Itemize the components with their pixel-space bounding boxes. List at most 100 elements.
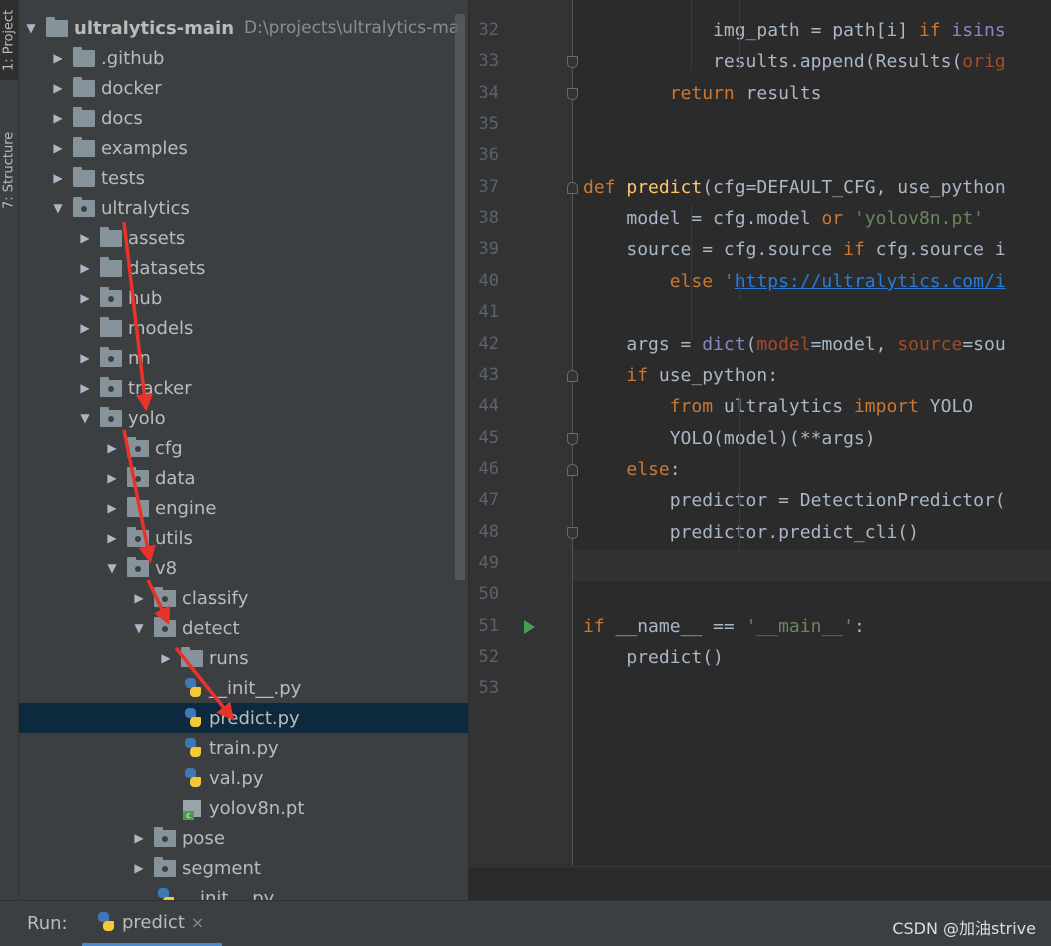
- expand-right-icon[interactable]: ▶: [159, 650, 173, 666]
- expand-down-icon[interactable]: ▼: [132, 620, 146, 636]
- fold-marker-icon[interactable]: [567, 181, 578, 194]
- code-line[interactable]: results.append(Results(orig: [583, 46, 1006, 77]
- fold-marker-icon[interactable]: [567, 369, 578, 382]
- tree-file-item[interactable]: ▶__init__.py: [19, 883, 468, 900]
- python-file-icon: [181, 737, 203, 757]
- tree-folder-item[interactable]: ▶ models: [19, 313, 468, 343]
- fold-marker-icon[interactable]: [567, 56, 578, 69]
- tree-folder-item[interactable]: ▶ utils: [19, 523, 468, 553]
- expand-right-icon[interactable]: ▶: [78, 350, 92, 366]
- expand-right-icon[interactable]: ▶: [51, 170, 65, 186]
- expand-right-icon[interactable]: ▶: [78, 380, 92, 396]
- fold-marker-icon[interactable]: [567, 87, 578, 100]
- tree-folder-item[interactable]: ▶ segment: [19, 853, 468, 883]
- code-token: https://ultralytics.com/i: [734, 270, 1006, 292]
- code-token: return: [669, 82, 746, 104]
- close-icon[interactable]: ×: [191, 913, 204, 932]
- tree-file-item[interactable]: ▶train.py: [19, 733, 468, 763]
- tree-folder-item[interactable]: ▶ docker: [19, 73, 468, 103]
- code-token: if: [626, 364, 659, 386]
- tree-folder-item[interactable]: ▶ classify: [19, 583, 468, 613]
- run-gutter-icon[interactable]: [524, 620, 535, 634]
- code-line[interactable]: predict(): [583, 642, 724, 673]
- expand-right-icon[interactable]: ▶: [105, 530, 119, 546]
- tree-item-label: val.py: [209, 767, 264, 789]
- code-line[interactable]: predictor.predict_cli(): [583, 517, 919, 548]
- tree-folder-item[interactable]: ▶ datasets: [19, 253, 468, 283]
- tree-file-item[interactable]: ▶val.py: [19, 763, 468, 793]
- tree-file-item[interactable]: ▶predict.py: [19, 703, 468, 733]
- tree-folder-item[interactable]: ▶ tracker: [19, 373, 468, 403]
- project-tool-tab[interactable]: 1: Project: [0, 0, 18, 80]
- expand-right-icon[interactable]: ▶: [78, 260, 92, 276]
- tree-folder-item[interactable]: ▶ assets: [19, 223, 468, 253]
- expand-down-icon[interactable]: ▼: [51, 200, 65, 216]
- code-line[interactable]: def predict (cfg=DEFAULT_CFG, use_python: [583, 172, 1006, 203]
- fold-marker-icon[interactable]: [567, 432, 578, 445]
- fold-marker-icon[interactable]: [567, 526, 578, 539]
- tree-folder-item[interactable]: ▶ cfg: [19, 433, 468, 463]
- tree-folder-item[interactable]: ▶ docs: [19, 103, 468, 133]
- package-folder-icon: [100, 406, 122, 427]
- code-editor[interactable]: 32 img_path = path[i] if isins 33 results…: [469, 0, 1051, 900]
- code-line[interactable]: img_path = path[i] if isins: [583, 15, 1006, 46]
- expand-right-icon[interactable]: ▶: [51, 80, 65, 96]
- code-line[interactable]: return results: [583, 78, 822, 109]
- expand-right-icon[interactable]: ▶: [51, 110, 65, 126]
- expand-down-icon[interactable]: ▼: [24, 20, 38, 36]
- code-line[interactable]: else ' https://ultralytics.com/i: [583, 266, 1006, 297]
- tree-folder-item[interactable]: ▶ examples: [19, 133, 468, 163]
- tree-folder-item[interactable]: ▼ v8: [19, 553, 468, 583]
- tree-folder-item[interactable]: ▼ ultralytics-main D:\projects\ultralytics…: [19, 13, 468, 43]
- tree-folder-item[interactable]: ▶ engine: [19, 493, 468, 523]
- tree-file-item[interactable]: ▶yolov8n.pt: [19, 793, 468, 823]
- code-line[interactable]: model = cfg.model or 'yolov8n.pt': [583, 203, 984, 234]
- package-folder-icon: [154, 616, 176, 637]
- tree-folder-item[interactable]: ▶ data: [19, 463, 468, 493]
- code-line[interactable]: if use_python:: [583, 360, 778, 391]
- tree-folder-item[interactable]: ▼ yolo: [19, 403, 468, 433]
- expand-down-icon[interactable]: ▼: [105, 560, 119, 576]
- code-line[interactable]: args = dict(model =model, source =sou: [583, 329, 1005, 360]
- expand-right-icon[interactable]: ▶: [51, 50, 65, 66]
- line-number: 37: [478, 176, 499, 197]
- run-tab-predict[interactable]: predict ×: [82, 901, 222, 946]
- expand-down-icon[interactable]: ▼: [78, 410, 92, 426]
- code-line[interactable]: if __name__ == '__main__':: [583, 611, 865, 642]
- tree-folder-item[interactable]: ▶ pose: [19, 823, 468, 853]
- expand-right-icon[interactable]: ▶: [78, 230, 92, 246]
- project-scrollbar[interactable]: [455, 14, 465, 580]
- expand-right-icon[interactable]: ▶: [105, 470, 119, 486]
- expand-right-icon[interactable]: ▶: [132, 860, 146, 876]
- tree-folder-item[interactable]: ▶ tests: [19, 163, 468, 193]
- expand-right-icon[interactable]: ▶: [132, 830, 146, 846]
- tree-folder-item[interactable]: ▶ runs: [19, 643, 468, 673]
- line-number: 36: [478, 145, 499, 166]
- tree-item-label: datasets: [128, 257, 206, 279]
- tree-file-item[interactable]: ▶__init__.py: [19, 673, 468, 703]
- tree-folder-item[interactable]: ▶ nn: [19, 343, 468, 373]
- code-token: (cfg=DEFAULT_CFG, use_python: [702, 176, 1006, 198]
- tree-folder-item[interactable]: ▶ .github: [19, 43, 468, 73]
- code-line[interactable]: from ultralytics import YOLO: [583, 391, 973, 422]
- structure-tool-tab[interactable]: 7: Structure: [0, 110, 18, 230]
- expand-right-icon[interactable]: ▶: [51, 140, 65, 156]
- code-line[interactable]: source = cfg.source if cfg.source i: [583, 234, 1005, 265]
- tree-folder-item[interactable]: ▼ ultralytics: [19, 193, 468, 223]
- tree-folder-item[interactable]: ▶ hub: [19, 283, 468, 313]
- code-token: isins: [951, 20, 1006, 41]
- expand-right-icon[interactable]: ▶: [132, 590, 146, 606]
- tree-folder-item[interactable]: ▼ detect: [19, 613, 468, 643]
- run-tool-window-bar: Run: predict × CSDN @加油strive: [0, 900, 1051, 946]
- code-line[interactable]: else:: [583, 454, 680, 485]
- fold-marker-icon[interactable]: [567, 463, 578, 476]
- expand-right-icon[interactable]: ▶: [105, 500, 119, 516]
- expand-right-icon[interactable]: ▶: [78, 320, 92, 336]
- expand-right-icon[interactable]: ▶: [105, 440, 119, 456]
- code-line[interactable]: YOLO(model)(**args): [583, 423, 876, 454]
- expand-right-icon[interactable]: ▶: [78, 290, 92, 306]
- code-line[interactable]: predictor = DetectionPredictor(: [583, 485, 1006, 516]
